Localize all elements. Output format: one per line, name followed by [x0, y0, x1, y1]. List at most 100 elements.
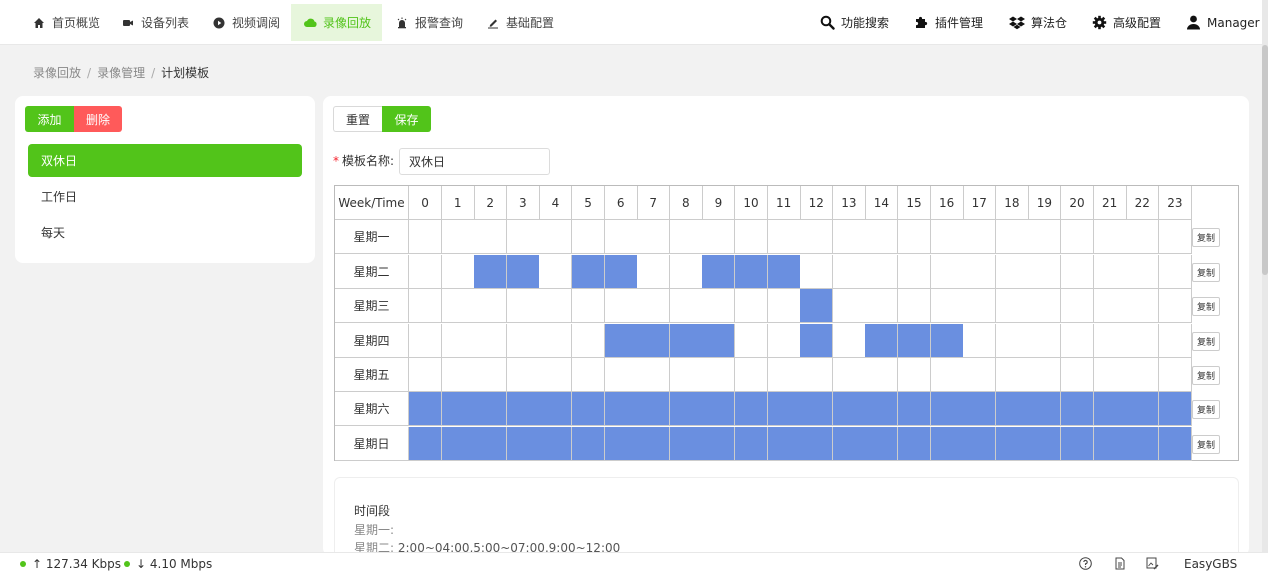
time-slot[interactable] [474, 426, 508, 461]
time-slot[interactable] [898, 254, 932, 289]
time-slot[interactable] [735, 392, 769, 427]
time-slot[interactable] [1061, 220, 1095, 255]
time-slot[interactable] [702, 220, 736, 255]
time-slot[interactable] [409, 426, 443, 461]
time-slot[interactable] [963, 254, 997, 289]
time-slot[interactable] [539, 220, 573, 255]
time-slot[interactable] [637, 220, 671, 255]
time-slot[interactable] [963, 289, 997, 324]
time-slot[interactable] [1028, 254, 1062, 289]
time-slot[interactable] [800, 254, 834, 289]
time-slot[interactable] [1126, 289, 1160, 324]
time-slot[interactable] [572, 426, 606, 461]
time-slot[interactable] [1028, 289, 1062, 324]
time-slot[interactable] [637, 323, 671, 358]
time-slot[interactable] [1158, 392, 1192, 427]
time-slot[interactable] [572, 289, 606, 324]
time-slot[interactable] [930, 289, 964, 324]
time-slot[interactable] [995, 323, 1029, 358]
time-slot[interactable] [832, 358, 866, 392]
time-slot[interactable] [832, 254, 866, 289]
image-edit-icon[interactable] [1145, 556, 1160, 571]
time-slot[interactable] [441, 392, 475, 427]
nav-basic-config[interactable]: 基础配置 [478, 4, 562, 41]
time-slot[interactable] [702, 358, 736, 392]
template-item[interactable]: 双休日 [28, 144, 302, 177]
time-slot[interactable] [474, 289, 508, 324]
time-slot[interactable] [539, 254, 573, 289]
time-slot[interactable] [1028, 392, 1062, 427]
save-button[interactable]: 保存 [382, 106, 431, 132]
time-slot[interactable] [409, 323, 443, 358]
time-slot[interactable] [865, 220, 899, 255]
time-slot[interactable] [474, 358, 508, 392]
copy-button[interactable]: 复制 [1192, 400, 1220, 420]
time-slot[interactable] [735, 220, 769, 255]
time-slot[interactable] [441, 323, 475, 358]
time-slot[interactable] [1061, 254, 1095, 289]
document-icon[interactable] [1112, 556, 1127, 571]
time-slot[interactable] [1061, 358, 1095, 392]
time-slot[interactable] [702, 254, 736, 289]
time-slot[interactable] [506, 426, 540, 461]
time-slot[interactable] [898, 220, 932, 255]
time-slot[interactable] [604, 392, 638, 427]
time-slot[interactable] [604, 358, 638, 392]
time-slot[interactable] [572, 323, 606, 358]
time-slot[interactable] [1093, 220, 1127, 255]
time-slot[interactable] [735, 358, 769, 392]
time-slot[interactable] [1126, 323, 1160, 358]
time-slot[interactable] [735, 323, 769, 358]
time-slot[interactable] [409, 220, 443, 255]
time-slot[interactable] [1028, 220, 1062, 255]
time-slot[interactable] [572, 358, 606, 392]
function-search-button[interactable]: 功能搜索 [820, 4, 889, 41]
time-slot[interactable] [832, 392, 866, 427]
time-slot[interactable] [735, 289, 769, 324]
copy-button[interactable]: 复制 [1192, 262, 1220, 282]
time-slot[interactable] [637, 254, 671, 289]
time-slot[interactable] [800, 426, 834, 461]
copy-button[interactable]: 复制 [1192, 228, 1220, 248]
time-slot[interactable] [832, 289, 866, 324]
time-slot[interactable] [800, 220, 834, 255]
time-slot[interactable] [995, 220, 1029, 255]
time-slot[interactable] [506, 289, 540, 324]
time-slot[interactable] [1126, 358, 1160, 392]
time-slot[interactable] [930, 220, 964, 255]
time-slot[interactable] [800, 323, 834, 358]
time-slot[interactable] [506, 392, 540, 427]
time-slot[interactable] [637, 358, 671, 392]
time-slot[interactable] [669, 426, 703, 461]
time-slot[interactable] [441, 426, 475, 461]
time-slot[interactable] [474, 323, 508, 358]
template-item[interactable]: 每天 [28, 216, 302, 249]
time-slot[interactable] [832, 220, 866, 255]
time-slot[interactable] [572, 392, 606, 427]
time-slot[interactable] [767, 426, 801, 461]
time-slot[interactable] [506, 220, 540, 255]
time-slot[interactable] [1158, 323, 1192, 358]
time-slot[interactable] [604, 426, 638, 461]
time-slot[interactable] [1093, 392, 1127, 427]
time-slot[interactable] [995, 289, 1029, 324]
add-button[interactable]: 添加 [25, 106, 74, 132]
time-slot[interactable] [1126, 426, 1160, 461]
time-slot[interactable] [1028, 426, 1062, 461]
time-slot[interactable] [930, 254, 964, 289]
time-slot[interactable] [474, 254, 508, 289]
time-slot[interactable] [1061, 289, 1095, 324]
time-slot[interactable] [506, 323, 540, 358]
time-slot[interactable] [930, 392, 964, 427]
time-slot[interactable] [409, 358, 443, 392]
time-slot[interactable] [604, 289, 638, 324]
time-slot[interactable] [669, 289, 703, 324]
reset-button[interactable]: 重置 [333, 106, 382, 132]
time-slot[interactable] [865, 254, 899, 289]
time-slot[interactable] [995, 358, 1029, 392]
time-slot[interactable] [963, 426, 997, 461]
scrollbar-thumb[interactable] [1262, 45, 1268, 275]
time-slot[interactable] [800, 289, 834, 324]
breadcrumb-item[interactable]: 录像管理 [97, 66, 145, 80]
time-slot[interactable] [1158, 254, 1192, 289]
